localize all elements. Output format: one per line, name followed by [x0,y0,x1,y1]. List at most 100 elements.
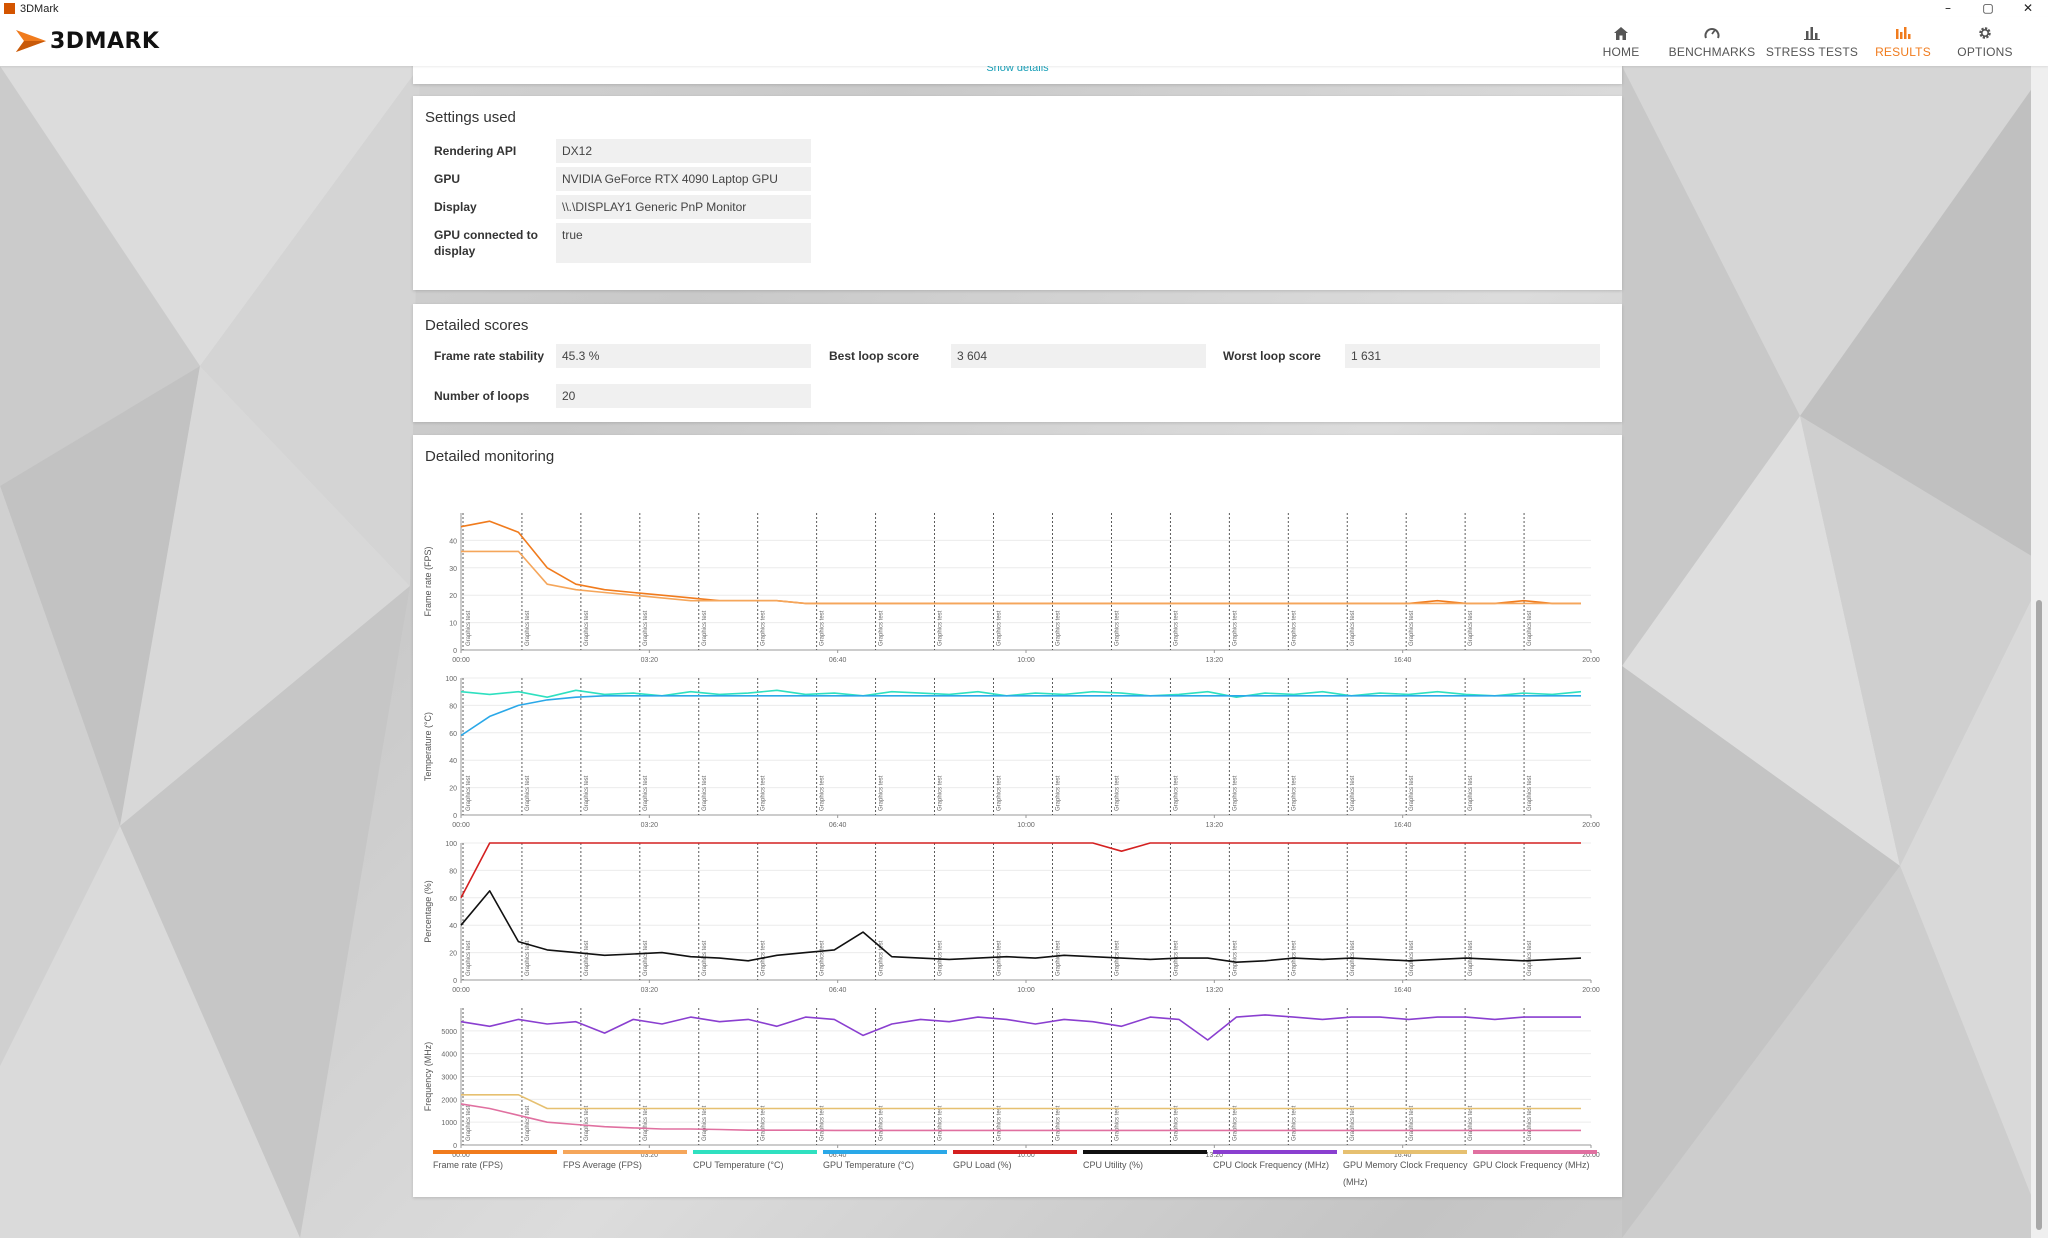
nav-options[interactable]: OPTIONS [1944,17,2026,66]
legend-label: GPU Temperature (°C) [823,1160,914,1170]
minimize-button[interactable]: – [1928,0,1968,17]
test-marker-label: Graphics test [1350,775,1356,811]
monitoring-title: Detailed monitoring [425,448,555,465]
setting-value: NVIDIA GeForce RTX 4090 Laptop GPU [556,167,811,191]
window-title: 3DMark [20,2,59,15]
test-marker-label: Graphics test [1468,1105,1474,1141]
score-value: 3 604 [951,344,1206,368]
test-marker-label: Graphics test [997,775,1003,811]
nav-home[interactable]: HOME [1580,17,1662,66]
chart-legend: Frame rate (FPS) FPS Average (FPS) CPU Tem… [433,1150,1603,1191]
setting-value: DX12 [556,139,811,163]
test-marker-label: Graphics test [1055,1105,1061,1141]
close-button[interactable]: ✕ [2008,0,2048,17]
scrollbar-thumb[interactable] [2036,600,2042,1230]
y-tick-label: 40 [449,538,457,545]
nav-benchmarks[interactable]: BENCHMARKS [1662,17,1762,66]
test-marker-label: Graphics test [643,610,649,646]
main-nav: HOME BENCHMARKS STRESS TESTS RESULTS OPT… [1580,17,2026,66]
y-tick-label: 20 [449,593,457,600]
y-tick-label: 80 [449,703,457,710]
legend-item[interactable]: GPU Load (%) [953,1150,1083,1191]
legend-item[interactable]: Frame rate (FPS) [433,1150,563,1191]
y-tick-label: 0 [453,978,457,985]
test-marker-label: Graphics test [584,610,590,646]
score-value: 20 [556,384,811,408]
legend-item[interactable]: CPU Utility (%) [1083,1150,1213,1191]
scores-title: Detailed scores [425,317,529,334]
legend-label: GPU Clock Frequency (MHz) [1473,1160,1590,1170]
test-marker-label: Graphics test [997,940,1003,976]
setting-row: GPU connected to display true [434,223,811,263]
score-value: 1 631 [1345,344,1600,368]
window-titlebar: 3DMark – ▢ ✕ [0,0,2048,17]
3dmark-logo[interactable]: 3DMARK [14,26,159,56]
nav-home-label: HOME [1602,45,1640,59]
legend-item[interactable]: GPU Temperature (°C) [823,1150,953,1191]
score-row: Best loop score 3 604 [829,344,1206,368]
test-marker-label: Graphics test [1468,610,1474,646]
test-marker-label: Graphics test [997,610,1003,646]
x-tick-label: 16:40 [1394,657,1412,664]
setting-value: true [556,223,811,263]
x-tick-label: 06:40 [829,822,847,829]
page-scrollbar[interactable] [2031,66,2048,1238]
x-tick-label: 20:00 [1582,987,1600,994]
gear-icon [1977,24,1993,42]
y-tick-label: 80 [449,868,457,875]
setting-row: Display \\.\DISPLAY1 Generic PnP Monitor [434,195,811,219]
y-tick-label: 40 [449,758,457,765]
nav-stress-tests[interactable]: STRESS TESTS [1762,17,1862,66]
legend-item[interactable]: CPU Temperature (°C) [693,1150,823,1191]
test-marker-label: Graphics test [1409,1105,1415,1141]
test-marker-label: Graphics test [1055,610,1061,646]
x-tick-label: 06:40 [829,657,847,664]
legend-label: Frame rate (FPS) [433,1160,504,1170]
nav-stress-label: STRESS TESTS [1765,45,1859,59]
test-marker-label: Graphics test [761,775,767,811]
legend-item[interactable]: GPU Memory Clock Frequency (MHz) [1343,1150,1473,1191]
legend-item[interactable]: CPU Clock Frequency (MHz) [1213,1150,1343,1191]
test-marker-label: Graphics test [1055,940,1061,976]
test-marker-label: Graphics test [1173,1105,1179,1141]
test-marker-label: Graphics test [1232,940,1238,976]
legend-label: GPU Memory Clock Frequency (MHz) [1343,1160,1468,1187]
y-tick-label: 60 [449,731,457,738]
x-tick-label: 13:20 [1206,987,1224,994]
bar-chart-icon [1804,24,1820,42]
test-marker-label: Graphics test [1114,1105,1120,1141]
legend-item[interactable]: FPS Average (FPS) [563,1150,693,1191]
test-marker-label: Graphics test [584,775,590,811]
legend-item[interactable]: GPU Clock Frequency (MHz) [1473,1150,1603,1191]
x-tick-label: 10:00 [1017,657,1035,664]
score-row: Number of loops 20 [434,384,811,408]
y-tick-label: 40 [449,923,457,930]
y-tick-label: 30 [449,566,457,573]
settings-panel: Settings used Rendering API DX12 GPU NVI… [413,96,1622,290]
legend-swatch [953,1150,1077,1154]
x-tick-label: 16:40 [1394,987,1412,994]
legend-swatch [433,1150,557,1154]
test-marker-label: Graphics test [1114,775,1120,811]
app-icon [4,3,15,14]
y-tick-label: 2000 [441,1097,457,1104]
test-marker-label: Graphics test [525,775,531,811]
app-header: 3DMARK HOME BENCHMARKS STRESS TESTS RESU… [0,17,2048,66]
test-marker-label: Graphics test [525,1105,531,1141]
test-marker-label: Graphics test [1527,940,1533,976]
score-value: 45.3 % [556,344,811,368]
chart-panel: 0 10 20 30 40 Frame rate (FPS) 00:00 03:20 06:40… [423,513,1600,664]
y-tick-label: 3000 [441,1075,457,1082]
results-icon [1895,24,1912,42]
chart-panel: 0 20 40 60 80 100 Percentage (%) 00:00 03:20 06:4… [423,841,1600,994]
nav-results[interactable]: RESULTS [1862,17,1944,66]
maximize-button[interactable]: ▢ [1968,0,2008,17]
legend-label: FPS Average (FPS) [563,1160,642,1170]
nav-options-label: OPTIONS [1957,45,2013,59]
score-key: Number of loops [434,389,530,403]
legend-label: CPU Utility (%) [1083,1160,1143,1170]
test-marker-label: Graphics test [643,775,649,811]
test-marker-label: Graphics test [584,940,590,976]
test-marker-label: Graphics test [584,1105,590,1141]
test-marker-label: Graphics test [1232,775,1238,811]
